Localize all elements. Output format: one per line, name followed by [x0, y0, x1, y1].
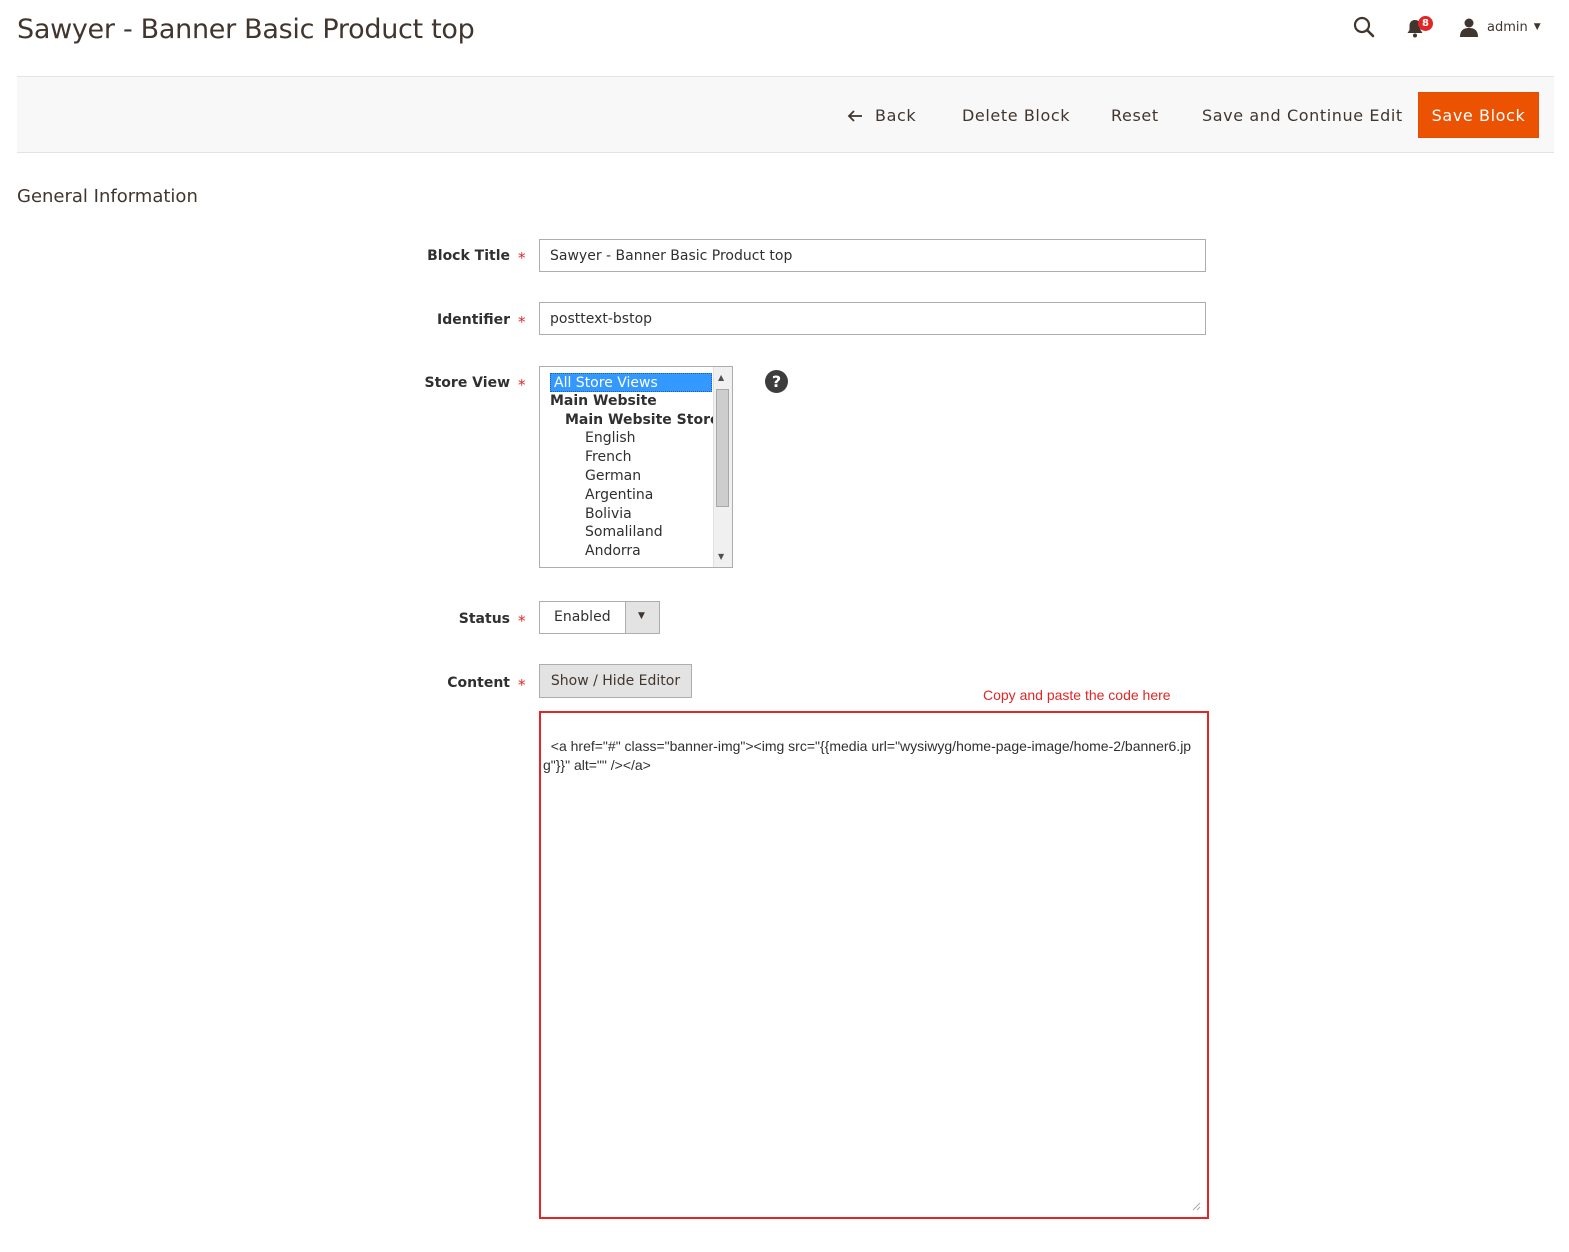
store-view-multiselect[interactable]: All Store Views Main Website Main Website … — [539, 366, 733, 568]
scroll-up-icon[interactable]: ▲ — [718, 373, 724, 382]
annotation-note: Copy and paste the code here — [983, 687, 1171, 703]
back-label: Back — [875, 106, 917, 125]
status-select[interactable]: Enabled ▼ — [539, 601, 660, 634]
caret-down-icon: ▼ — [638, 611, 645, 621]
store-view-option[interactable]: Main Website Store — [550, 411, 719, 430]
store-view-label: Store View — [424, 375, 510, 391]
store-view-option[interactable]: All Store Views — [550, 373, 712, 392]
save-block-button[interactable]: Save Block — [1418, 92, 1539, 138]
required-marker: * — [518, 313, 526, 331]
store-view-option[interactable]: French — [550, 448, 712, 467]
store-view-option[interactable]: Somaliland — [550, 523, 712, 542]
user-name: admin — [1487, 19, 1528, 35]
store-view-options: All Store Views Main Website Main Website … — [550, 373, 719, 561]
identifier-label: Identifier — [437, 312, 510, 328]
notifications-button[interactable]: 8 — [1404, 14, 1438, 40]
required-marker: * — [518, 676, 526, 694]
help-icon[interactable]: ? — [765, 370, 788, 393]
select-toggle[interactable]: ▼ — [625, 602, 659, 633]
status-value: Enabled — [554, 609, 611, 625]
delete-block-button[interactable]: Delete Block — [962, 77, 1070, 154]
required-marker: * — [518, 249, 526, 267]
store-view-option[interactable]: Andorra — [550, 542, 712, 561]
required-marker: * — [518, 376, 526, 394]
identifier-input[interactable] — [539, 302, 1206, 335]
show-hide-editor-button[interactable]: Show / Hide Editor — [539, 664, 692, 698]
store-view-option[interactable]: English — [550, 429, 712, 448]
required-marker: * — [518, 612, 526, 630]
reset-button[interactable]: Reset — [1111, 77, 1159, 154]
content-value: <a href="#" class="banner-img"><img src=… — [543, 738, 1192, 773]
save-continue-button[interactable]: Save and Continue Edit — [1202, 77, 1403, 154]
store-view-option[interactable]: Bolivia — [550, 505, 712, 524]
arrow-left-icon — [847, 109, 863, 122]
notifications-badge: 8 — [1418, 16, 1433, 31]
store-view-option[interactable]: Argentina — [550, 486, 712, 505]
section-title: General Information — [17, 186, 198, 207]
user-icon — [1460, 18, 1478, 37]
resize-grip-icon[interactable] — [1191, 1201, 1201, 1211]
block-title-label: Block Title — [427, 248, 510, 264]
status-label: Status — [458, 611, 510, 627]
scrollbar-thumb[interactable] — [716, 389, 729, 507]
page-actions-toolbar: Back Delete Block Reset Save and Continu… — [17, 76, 1554, 153]
search-icon[interactable] — [1353, 16, 1375, 38]
page-title: Sawyer - Banner Basic Product top — [17, 14, 475, 45]
store-view-option[interactable]: German — [550, 467, 712, 486]
scroll-down-icon[interactable]: ▼ — [718, 552, 724, 561]
store-view-scrollbar[interactable]: ▲ ▼ — [713, 367, 732, 567]
content-textarea[interactable]: <a href="#" class="banner-img"><img src=… — [539, 711, 1209, 1219]
caret-down-icon: ▼ — [1533, 22, 1541, 32]
back-button[interactable]: Back — [847, 77, 916, 154]
user-menu[interactable]: admin ▼ — [1459, 15, 1541, 39]
block-title-input[interactable] — [539, 239, 1206, 272]
store-view-option[interactable]: Main Website — [550, 392, 712, 411]
content-label: Content — [447, 675, 510, 691]
